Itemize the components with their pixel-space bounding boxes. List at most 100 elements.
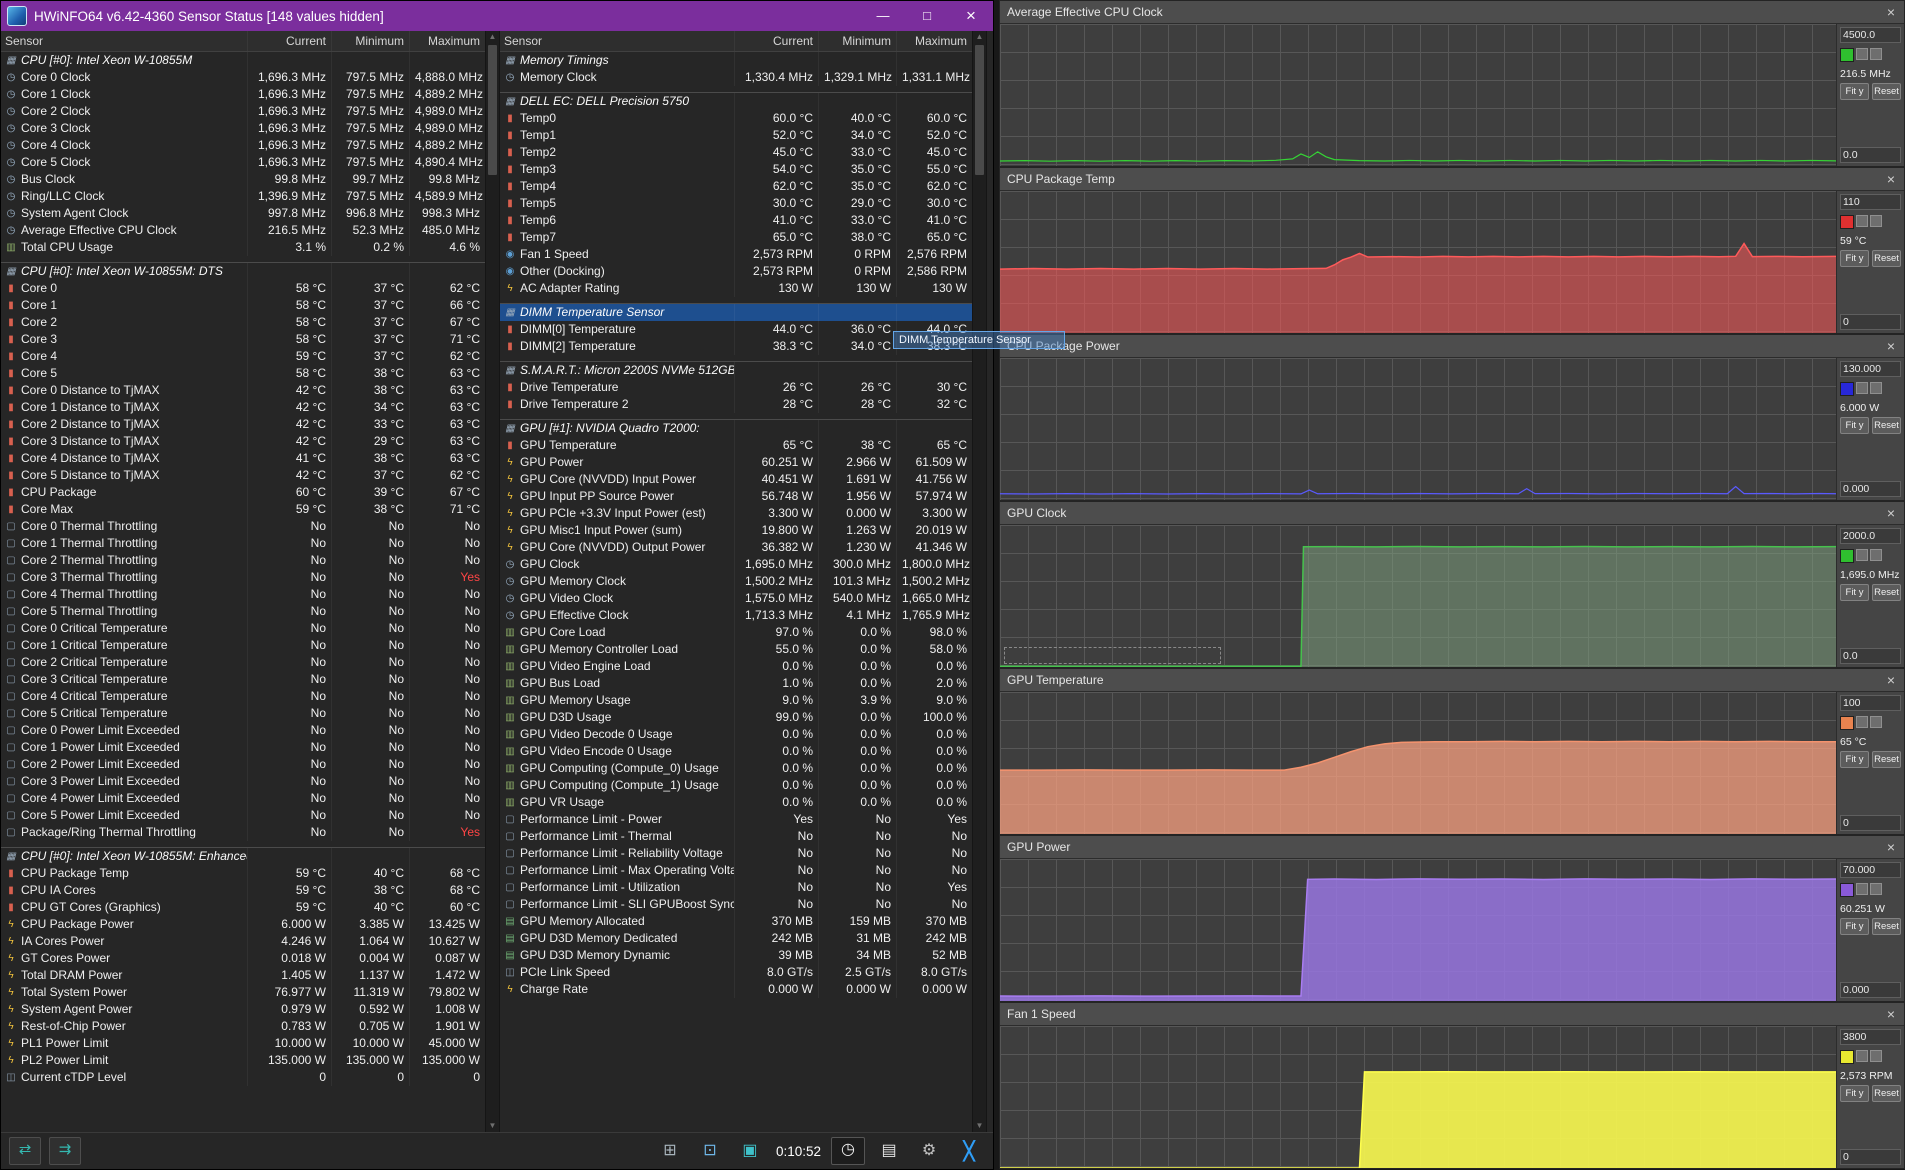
sensor-row[interactable]: ϟ GPU Core (NVVDD) Input Power 40.451 W 1.6… bbox=[500, 471, 972, 488]
sensor-row[interactable]: ▮ CPU Package 60 °C 39 °C 67 °C bbox=[1, 484, 485, 501]
legend-button[interactable] bbox=[1856, 549, 1868, 561]
sensor-group-header[interactable]: ▦ S.M.A.R.T.: Micron 2200S NVMe 512GB (..… bbox=[500, 362, 972, 379]
close-button[interactable]: × bbox=[949, 1, 993, 31]
sensor-row[interactable]: ◷ System Agent Clock 997.8 MHz 996.8 MHz 998… bbox=[1, 205, 485, 222]
sensor-row[interactable]: ▮ Core Max 59 °C 38 °C 71 °C bbox=[1, 501, 485, 518]
sensor-row[interactable]: ▥ GPU Video Encode 0 Usage 0.0 % 0.0 % 0.0 % bbox=[500, 743, 972, 760]
minimize-button[interactable]: — bbox=[861, 1, 905, 31]
sensor-row[interactable]: ▥ GPU Memory Controller Load 55.0 % 0.0 % 58… bbox=[500, 641, 972, 658]
sensor-row[interactable]: ▥ GPU Core Load 97.0 % 0.0 % 98.0 % bbox=[500, 624, 972, 641]
sensor-row[interactable]: ▥ GPU Computing (Compute_0) Usage 0.0 % 0.0… bbox=[500, 760, 972, 777]
sensor-row[interactable]: ▢ Core 5 Power Limit Exceeded No No No bbox=[1, 807, 485, 824]
sensor-row[interactable]: ▢ Performance Limit - Reliability Voltage… bbox=[500, 845, 972, 862]
sensor-row[interactable]: ϟ Total System Power 76.977 W 11.319 W 79.80… bbox=[1, 984, 485, 1001]
sensor-row[interactable]: ▮ Core 4 59 °C 37 °C 62 °C bbox=[1, 348, 485, 365]
sensor-row[interactable]: ▢ Core 2 Critical Temperature No No No bbox=[1, 654, 485, 671]
sensor-row[interactable]: ▢ Core 4 Thermal Throttling No No No bbox=[1, 586, 485, 603]
legend-button[interactable] bbox=[1856, 716, 1868, 728]
sensor-row[interactable]: ▮ Core 1 Distance to TjMAX 42 °C 34 °C 63 °C bbox=[1, 399, 485, 416]
fit-y-button[interactable]: Fit y bbox=[1840, 1085, 1869, 1102]
sensor-row[interactable]: ◷ Memory Clock 1,330.4 MHz 1,329.1 MHz 1,331… bbox=[500, 69, 972, 86]
sensor-row[interactable]: ▥ GPU Bus Load 1.0 % 0.0 % 2.0 % bbox=[500, 675, 972, 692]
graph-titlebar[interactable]: GPU Power × bbox=[1000, 836, 1904, 859]
close-icon[interactable]: × bbox=[1885, 502, 1897, 524]
graph-titlebar[interactable]: CPU Package Temp × bbox=[1000, 168, 1904, 191]
sensor-row[interactable]: ▮ Core 3 Distance to TjMAX 42 °C 29 °C 63 °C bbox=[1, 433, 485, 450]
sensor-row[interactable]: ϟ CPU Package Power 6.000 W 3.385 W 13.425 W bbox=[1, 916, 485, 933]
sensor-row[interactable]: ▮ Core 4 Distance to TjMAX 41 °C 38 °C 63 °C bbox=[1, 450, 485, 467]
sensor-row[interactable]: ▢ Core 3 Critical Temperature No No No bbox=[1, 671, 485, 688]
sensor-row[interactable]: ▤ GPU D3D Memory Dynamic 39 MB 34 MB 52 MB bbox=[500, 947, 972, 964]
scroll-down-icon[interactable]: ▼ bbox=[489, 1120, 497, 1132]
sensor-row[interactable]: ϟ GPU Misc1 Input Power (sum) 19.800 W 1.26… bbox=[500, 522, 972, 539]
sensor-row[interactable]: ϟ GPU Power 60.251 W 2.966 W 61.509 W bbox=[500, 454, 972, 471]
close-sensors-button[interactable]: ╳ bbox=[953, 1138, 985, 1164]
sensor-row[interactable]: ▮ Temp6 41.0 °C 33.0 °C 41.0 °C bbox=[500, 212, 972, 229]
sensor-row[interactable]: ▤ GPU D3D Memory Dedicated 242 MB 31 MB 242 … bbox=[500, 930, 972, 947]
legend-button[interactable] bbox=[1870, 382, 1882, 394]
settings-gear-button[interactable]: ⚙ bbox=[913, 1138, 945, 1164]
sensor-row[interactable]: ▮ CPU GT Cores (Graphics) 59 °C 40 °C 60 °C bbox=[1, 899, 485, 916]
reset-button[interactable]: Reset bbox=[1872, 1085, 1901, 1102]
sensor-row[interactable]: ▥ GPU D3D Usage 99.0 % 0.0 % 100.0 % bbox=[500, 709, 972, 726]
sensor-row[interactable]: ▢ Performance Limit - Max Operating Volta… bbox=[500, 862, 972, 879]
sensor-row[interactable]: ϟ PL1 Power Limit 10.000 W 10.000 W 45.000 W bbox=[1, 1035, 485, 1052]
sensor-row[interactable]: ▥ GPU VR Usage 0.0 % 0.0 % 0.0 % bbox=[500, 794, 972, 811]
sensor-row[interactable]: ◷ GPU Clock 1,695.0 MHz 300.0 MHz 1,800.0 MH… bbox=[500, 556, 972, 573]
sensor-row[interactable]: ▮ Temp0 60.0 °C 40.0 °C 60.0 °C bbox=[500, 110, 972, 127]
report-button[interactable]: ▤ bbox=[873, 1138, 905, 1164]
graph-titlebar[interactable]: CPU Package Power × bbox=[1000, 335, 1904, 358]
reset-button[interactable]: Reset bbox=[1872, 417, 1901, 434]
sensor-row[interactable]: ▢ Core 0 Thermal Throttling No No No bbox=[1, 518, 485, 535]
sensor-row[interactable]: ϟ GPU PCIe +3.3V Input Power (est) 3.300 W… bbox=[500, 505, 972, 522]
sensor-row[interactable]: ◷ GPU Memory Clock 1,500.2 MHz 101.3 MHz 1,5… bbox=[500, 573, 972, 590]
sensor-row[interactable]: ▢ Core 1 Thermal Throttling No No No bbox=[1, 535, 485, 552]
sensor-row[interactable]: ϟ IA Cores Power 4.246 W 1.064 W 10.627 W bbox=[1, 933, 485, 950]
sensor-row[interactable]: ▮ CPU Package Temp 59 °C 40 °C 68 °C bbox=[1, 865, 485, 882]
reset-button[interactable]: Reset bbox=[1872, 751, 1901, 768]
fit-y-button[interactable]: Fit y bbox=[1840, 751, 1869, 768]
reset-button[interactable]: Reset bbox=[1872, 83, 1901, 100]
sensor-row[interactable]: ▥ GPU Memory Usage 9.0 % 3.9 % 9.0 % bbox=[500, 692, 972, 709]
fit-y-button[interactable]: Fit y bbox=[1840, 417, 1869, 434]
legend-button[interactable] bbox=[1870, 48, 1882, 60]
sensor-row[interactable]: ▥ GPU Video Engine Load 0.0 % 0.0 % 0.0 % bbox=[500, 658, 972, 675]
fit-y-button[interactable]: Fit y bbox=[1840, 83, 1869, 100]
close-icon[interactable]: × bbox=[1885, 669, 1897, 691]
graph-titlebar[interactable]: Fan 1 Speed × bbox=[1000, 1003, 1904, 1026]
sensor-row[interactable]: ▮ Drive Temperature 2 28 °C 28 °C 32 °C bbox=[500, 396, 972, 413]
sensor-row[interactable]: ▮ Core 5 Distance to TjMAX 42 °C 37 °C 62 °C bbox=[1, 467, 485, 484]
sensor-group-header[interactable]: ▦ Memory Timings bbox=[500, 52, 972, 69]
sensor-group-header[interactable]: ▦ CPU [#0]: Intel Xeon W-10855M bbox=[1, 52, 485, 69]
sensor-row[interactable]: ▮ Temp1 52.0 °C 34.0 °C 52.0 °C bbox=[500, 127, 972, 144]
sensor-row[interactable]: ▮ Temp5 30.0 °C 29.0 °C 30.0 °C bbox=[500, 195, 972, 212]
sensor-row[interactable]: ◷ Core 4 Clock 1,696.3 MHz 797.5 MHz 4,889.2… bbox=[1, 137, 485, 154]
sensor-row[interactable]: ◷ Core 1 Clock 1,696.3 MHz 797.5 MHz 4,889.2… bbox=[1, 86, 485, 103]
legend-button[interactable] bbox=[1870, 215, 1882, 227]
scrollbar-thumb[interactable] bbox=[975, 45, 984, 175]
sensor-row[interactable]: ▮ GPU Temperature 65 °C 38 °C 65 °C bbox=[500, 437, 972, 454]
next-sensor-page-button[interactable]: ⇉ bbox=[49, 1137, 81, 1165]
fit-y-button[interactable]: Fit y bbox=[1840, 918, 1869, 935]
sensor-row[interactable]: ◷ Ring/LLC Clock 1,396.9 MHz 797.5 MHz 4,589… bbox=[1, 188, 485, 205]
sensor-row[interactable]: ▤ GPU Memory Allocated 370 MB 159 MB 370 MB bbox=[500, 913, 972, 930]
legend-button[interactable] bbox=[1856, 883, 1868, 895]
sensor-row[interactable]: ◷ Core 0 Clock 1,696.3 MHz 797.5 MHz 4,888.0… bbox=[1, 69, 485, 86]
series-color-swatch[interactable] bbox=[1840, 716, 1854, 730]
sensor-row[interactable]: ▮ Core 3 58 °C 37 °C 71 °C bbox=[1, 331, 485, 348]
sensor-row[interactable]: ▮ CPU IA Cores 59 °C 38 °C 68 °C bbox=[1, 882, 485, 899]
maximize-button[interactable]: □ bbox=[905, 1, 949, 31]
sensor-row[interactable]: ϟ Total DRAM Power 1.405 W 1.137 W 1.472 W bbox=[1, 967, 485, 984]
sensor-row[interactable]: ϟ PL2 Power Limit 135.000 W 135.000 W 135.00… bbox=[1, 1052, 485, 1069]
sensor-row[interactable]: ▥ GPU Computing (Compute_1) Usage 0.0 % 0.0… bbox=[500, 777, 972, 794]
prev-sensor-page-button[interactable]: ⇄ bbox=[9, 1137, 41, 1165]
graph-titlebar[interactable]: GPU Temperature × bbox=[1000, 669, 1904, 692]
sensor-row[interactable]: ▢ Package/Ring Thermal Throttling No No Yes bbox=[1, 824, 485, 841]
sensor-row[interactable]: ▢ Performance Limit - Thermal No No No bbox=[500, 828, 972, 845]
legend-button[interactable] bbox=[1856, 48, 1868, 60]
sensor-row[interactable]: ▮ Temp2 45.0 °C 33.0 °C 45.0 °C bbox=[500, 144, 972, 161]
reset-button[interactable]: Reset bbox=[1872, 918, 1901, 935]
reset-button[interactable]: Reset bbox=[1872, 584, 1901, 601]
legend-button[interactable] bbox=[1856, 382, 1868, 394]
scroll-up-icon[interactable]: ▲ bbox=[976, 31, 984, 43]
